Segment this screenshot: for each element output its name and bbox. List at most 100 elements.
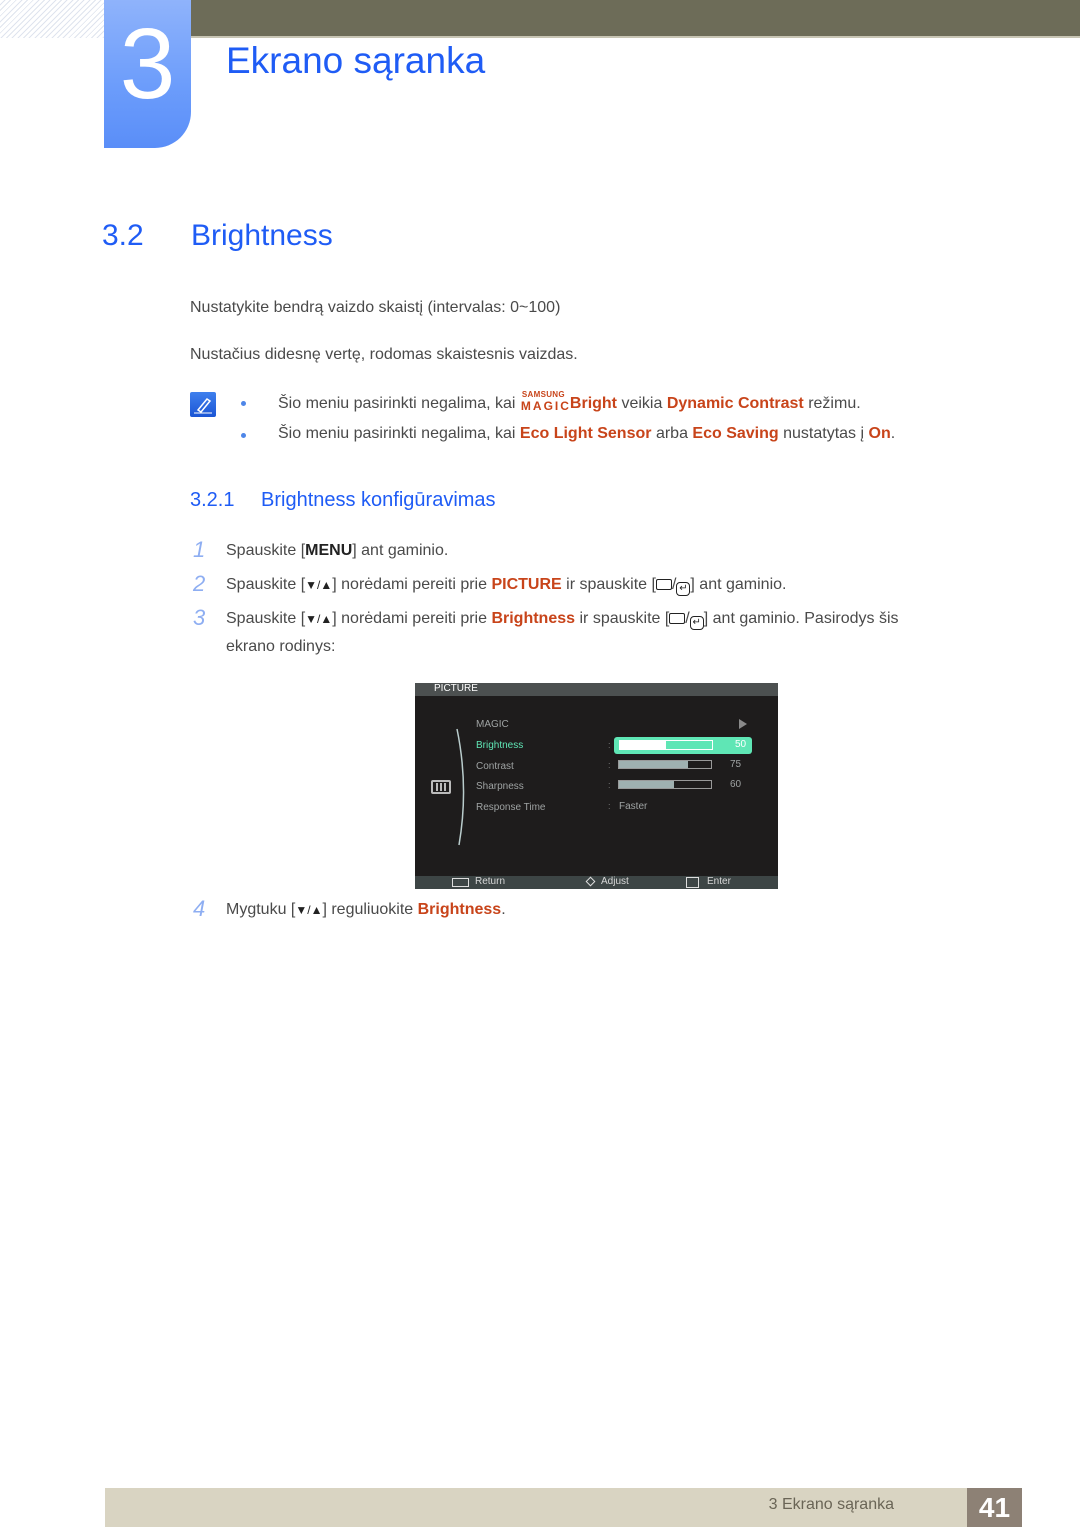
step-text: ] ant gaminio.	[352, 542, 449, 559]
osd-brightness-fill	[620, 741, 666, 749]
osd-enter-icon	[686, 877, 699, 888]
source-button-icon	[669, 613, 686, 624]
step-3-continuation: ekrano rodinys:	[226, 638, 336, 655]
osd-submenu-arrow-icon	[739, 719, 747, 729]
down-up-arrow-key: ▼/▲	[305, 612, 333, 626]
enter-button-icon: ↵	[689, 616, 704, 630]
chapter-number: 3	[119, 8, 176, 120]
osd-adjust-icon	[585, 876, 596, 887]
bullet-dot	[241, 401, 246, 406]
note-text: Šio meniu pasirinkti negalima, kai	[278, 395, 516, 412]
osd-curve-decoration	[456, 728, 465, 846]
header-hatch-decoration	[0, 0, 104, 38]
osd-header: PICTURE	[415, 683, 778, 696]
osd-picture-menu: PICTURE MAGIC Brightness : 50 Contrast :…	[415, 683, 778, 889]
note-text: .	[890, 425, 896, 442]
down-up-arrow-key: ▼/▲	[295, 903, 323, 917]
step-3: Spauskite [▼/▲] norėdami pereiti prie Br…	[226, 610, 899, 630]
osd-picture-category-icon	[431, 780, 451, 794]
note-text: režimu.	[808, 395, 861, 412]
osd-sharpness-slider[interactable]	[618, 780, 712, 789]
osd-adjust-label: Adjust	[601, 876, 629, 887]
section-number: 3.2	[102, 219, 144, 252]
subsection-title: Brightness konfigūravimas	[261, 489, 496, 511]
step-4: Mygtuku [▼/▲] reguliuokite Brightness.	[226, 901, 506, 919]
page-footer: 3 Ekrano sąranka	[105, 1488, 1022, 1527]
highlight-dynamic-contrast: Dynamic Contrast	[666, 395, 804, 412]
highlight-brightness: Brightness	[417, 901, 502, 918]
step-text: ] ant gaminio.	[690, 576, 787, 593]
step-number: 2	[193, 571, 206, 596]
step-text: ir spauskite [	[579, 610, 670, 627]
osd-footer: Return Adjust Enter	[415, 876, 778, 889]
osd-colon: :	[608, 760, 611, 770]
logo-samsung-text: SAMSUNG	[521, 390, 565, 399]
note-item-eco: Šio meniu pasirinkti negalima, kai Eco L…	[278, 425, 895, 443]
samsung-magic-logo: SAMSUNG MAGIC	[520, 390, 571, 413]
osd-brightness-selected-row[interactable]: 50	[614, 737, 752, 754]
section-title: Brightness	[191, 219, 333, 252]
highlight-picture: PICTURE	[491, 576, 562, 593]
highlight-bright: Bright	[569, 395, 618, 412]
osd-return-icon	[452, 878, 469, 887]
osd-contrast-slider[interactable]	[618, 760, 712, 769]
down-up-arrow-key: ▼/▲	[305, 578, 333, 592]
step-text: ] ant gaminio. Pasirodys šis	[703, 610, 899, 627]
osd-enter-label: Enter	[707, 876, 731, 887]
note-text: nustatytas į	[783, 425, 865, 442]
highlight-brightness: Brightness	[491, 610, 576, 627]
note-item-magic-bright: Šio meniu pasirinkti negalima, kai SAMSU…	[278, 390, 861, 413]
step-text: Spauskite [	[226, 576, 306, 593]
note-text: Šio meniu pasirinkti negalima, kai	[278, 425, 516, 442]
subsection-number: 3.2.1	[190, 489, 235, 511]
highlight-eco-light-sensor: Eco Light Sensor	[519, 425, 652, 442]
step-number: 3	[193, 605, 206, 630]
note-text: arba	[655, 425, 688, 442]
osd-colon: :	[608, 740, 611, 750]
step-text: ] norėdami pereiti prie	[332, 576, 487, 593]
osd-response-time-value: Faster	[619, 801, 648, 812]
osd-sharpness-fill	[619, 781, 675, 788]
chapter-tab: 3	[104, 0, 191, 148]
bullet-dot	[241, 433, 246, 438]
osd-item-response-time[interactable]: Response Time	[476, 802, 545, 813]
page-number: 41	[967, 1488, 1022, 1527]
note-text: veikia	[621, 395, 663, 412]
highlight-on: On	[868, 425, 891, 442]
paragraph-range: Nustatykite bendrą vaizdo skaistį (inter…	[190, 299, 561, 316]
enter-button-icon: ↵	[676, 582, 691, 596]
step-text: .	[501, 901, 506, 918]
chapter-title: Ekrano sąranka	[226, 40, 486, 81]
step-text: Mygtuku [	[226, 901, 296, 918]
header-band	[104, 0, 1080, 38]
osd-item-contrast[interactable]: Contrast	[476, 761, 514, 772]
step-text: ] norėdami pereiti prie	[332, 610, 487, 627]
logo-magic-text: MAGIC	[520, 399, 571, 413]
step-text: ] reguliuokite	[322, 901, 414, 918]
footer-chapter-label: 3 Ekrano sąranka	[768, 1496, 894, 1513]
osd-contrast-value: 75	[730, 759, 742, 770]
step-1: Spauskite [MENU] ant gaminio.	[226, 542, 448, 560]
osd-sharpness-value: 60	[730, 779, 742, 790]
paragraph-higher-value: Nustačius didesnę vertę, rodomas skaiste…	[190, 346, 578, 363]
osd-colon: :	[608, 801, 611, 811]
step-text: ir spauskite [	[566, 576, 656, 593]
osd-brightness-value: 50	[735, 739, 747, 750]
step-2: Spauskite [▼/▲] norėdami pereiti prie PI…	[226, 576, 787, 596]
osd-contrast-fill	[619, 761, 688, 768]
osd-item-magic[interactable]: MAGIC	[476, 719, 509, 730]
osd-title: PICTURE	[434, 683, 478, 694]
step-text: Spauskite [	[226, 610, 306, 627]
osd-item-sharpness[interactable]: Sharpness	[476, 781, 524, 792]
step-number: 4	[193, 896, 206, 921]
highlight-eco-saving: Eco Saving	[692, 425, 779, 442]
osd-colon: :	[608, 780, 611, 790]
note-pencil-icon	[190, 392, 216, 417]
step-number: 1	[193, 537, 206, 562]
osd-return-label: Return	[475, 876, 506, 887]
source-button-icon	[655, 579, 672, 590]
step-text: Spauskite [	[226, 542, 306, 559]
osd-item-brightness[interactable]: Brightness	[476, 740, 523, 751]
osd-brightness-slider[interactable]	[619, 740, 713, 750]
menu-key: MENU	[305, 542, 353, 559]
